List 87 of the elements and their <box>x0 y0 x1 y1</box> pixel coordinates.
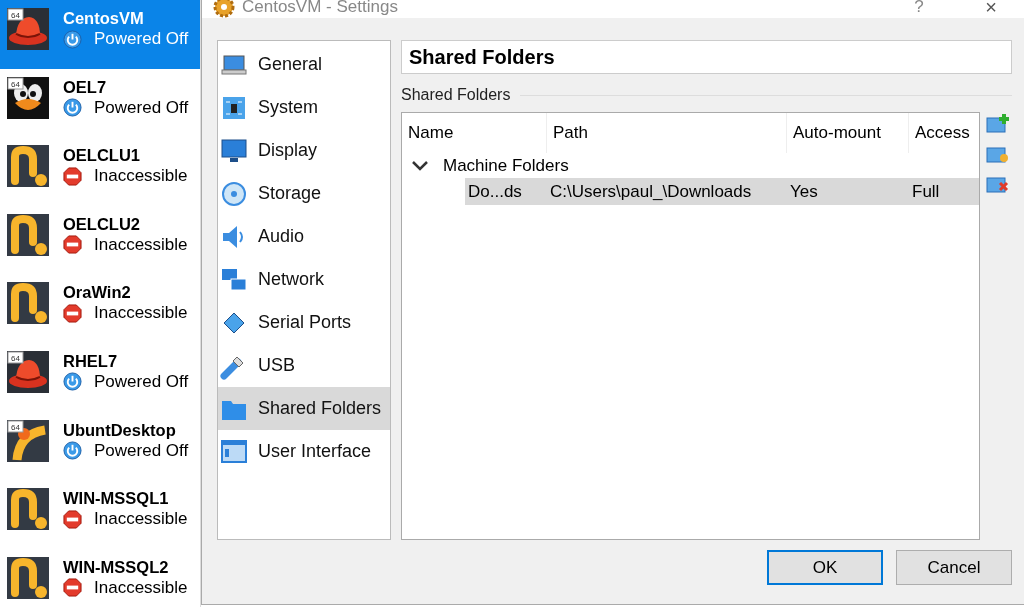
vm-state: Inaccessible <box>94 234 188 255</box>
vm-name: OEL7 <box>63 77 108 97</box>
vm-state: Inaccessible <box>94 509 188 530</box>
sidebar-label: User Interface <box>258 441 372 462</box>
table-cell-text: Full <box>911 181 941 202</box>
sidebar-label: Serial Ports <box>258 312 352 333</box>
column-header[interactable]: Name <box>402 113 547 153</box>
column-header[interactable]: Auto-mount <box>787 113 909 153</box>
vm-list-item[interactable]: 64 UbuntDesktop Powered Off <box>0 411 200 481</box>
generic-os-icon <box>7 145 49 188</box>
generic-os-icon <box>7 282 49 325</box>
chevron-icon[interactable] <box>411 159 429 172</box>
vm-name: UbuntDesktop <box>63 420 177 440</box>
hat-icon: 64 <box>7 8 49 50</box>
stop-icon <box>63 303 82 323</box>
table-cell-text: C:\Users\paul_\Downloads <box>549 181 753 202</box>
vm-list-item[interactable]: 64 RHEL7 Powered Off <box>0 342 200 412</box>
hat-icon: 64 <box>7 350 49 393</box>
vm-name: OELCLU2 <box>63 214 141 234</box>
power-icon <box>63 372 82 392</box>
vm-list-item[interactable]: OraWin2 Inaccessible <box>0 274 200 343</box>
monitor-icon <box>220 136 248 165</box>
group-label: Shared Folders <box>401 86 511 104</box>
vm-name: CentosVM <box>63 9 145 28</box>
vm-list-item[interactable]: WIN-MSSQL2 Inaccessible <box>0 548 200 607</box>
close-button[interactable]: × <box>976 0 1006 19</box>
sidebar-label: General <box>258 54 323 75</box>
swirl-icon: 64 <box>7 419 49 462</box>
group-row-label: Machine Folders <box>443 155 569 176</box>
penguin-icon: 64 <box>7 76 49 119</box>
sidebar-label: Network <box>258 269 324 290</box>
stop-icon <box>63 578 82 598</box>
generic-os-icon <box>7 213 49 256</box>
sidebar-item[interactable]: General <box>218 43 390 86</box>
sidebar-label: Storage <box>258 183 322 204</box>
sidebar-item[interactable]: Storage <box>218 172 390 215</box>
power-icon <box>63 98 82 118</box>
vm-name: OELCLU1 <box>63 146 141 166</box>
window-title: CentosVM - Settings <box>242 0 399 17</box>
vm-state: Inaccessible <box>94 303 188 324</box>
folder-plus-icon[interactable] <box>986 112 1010 134</box>
generic-os-icon <box>7 488 49 531</box>
vm-list-item[interactable]: 64 OEL7 Powered Off <box>0 68 200 138</box>
generic-os-icon <box>7 556 49 599</box>
column-header[interactable]: Access <box>909 113 979 153</box>
stop-icon <box>63 509 82 529</box>
vm-state: Powered Off <box>94 440 189 461</box>
power-icon <box>63 29 82 49</box>
sidebar-item[interactable]: Shared Folders <box>218 387 390 430</box>
disc-icon <box>220 179 248 208</box>
vm-list-item[interactable]: WIN-MSSQL1 Inaccessible <box>0 480 200 549</box>
table-cell-text: Yes <box>789 181 819 202</box>
column-header[interactable]: Path <box>547 113 787 153</box>
sidebar-item[interactable]: System <box>218 86 390 129</box>
table-cell-text: Do...ds <box>467 181 523 202</box>
stop-icon <box>63 166 82 186</box>
vm-state: Powered Off <box>94 29 189 49</box>
vm-state: Powered Off <box>94 371 189 392</box>
table-row[interactable]: Do...ds C:\Users\paul_\Downloads Yes Full <box>465 178 979 205</box>
sidebar-item[interactable]: User Interface <box>218 430 390 473</box>
vm-list-item[interactable]: OELCLU2 Inaccessible <box>0 205 200 275</box>
vm-name: RHEL7 <box>63 351 119 371</box>
vm-name: WIN-MSSQL2 <box>63 557 170 577</box>
vm-state: Inaccessible <box>94 577 188 598</box>
vm-list-item[interactable]: OELCLU1 Inaccessible <box>0 137 200 206</box>
stop-icon <box>63 235 82 255</box>
page-title: Shared Folders <box>401 40 1012 74</box>
sidebar-item[interactable]: Network <box>218 258 390 301</box>
vm-state: Inaccessible <box>94 166 188 187</box>
sidebar-label: Shared Folders <box>258 398 382 419</box>
sidebar-item[interactable]: Serial Ports <box>218 301 390 344</box>
sidebar-item[interactable]: USB <box>218 344 390 387</box>
sidebar-label: System <box>258 97 318 118</box>
ok-button[interactable]: OK <box>767 550 883 585</box>
vm-name: WIN-MSSQL1 <box>63 489 170 509</box>
vm-name: OraWin2 <box>63 283 132 303</box>
sidebar-item[interactable]: Display <box>218 129 390 172</box>
sidebar-item[interactable]: Audio <box>218 215 390 258</box>
sidebar-label: Audio <box>258 226 305 247</box>
vm-state: Powered Off <box>94 97 189 118</box>
help-button[interactable]: ? <box>904 0 934 17</box>
power-icon <box>63 441 82 461</box>
window-icon <box>220 437 248 466</box>
sidebar-label: USB <box>258 355 295 376</box>
cancel-button[interactable]: Cancel <box>896 550 1012 585</box>
sidebar-label: Display <box>258 140 318 161</box>
vm-list-item[interactable]: 64 CentosVM Powered Off <box>0 0 200 69</box>
